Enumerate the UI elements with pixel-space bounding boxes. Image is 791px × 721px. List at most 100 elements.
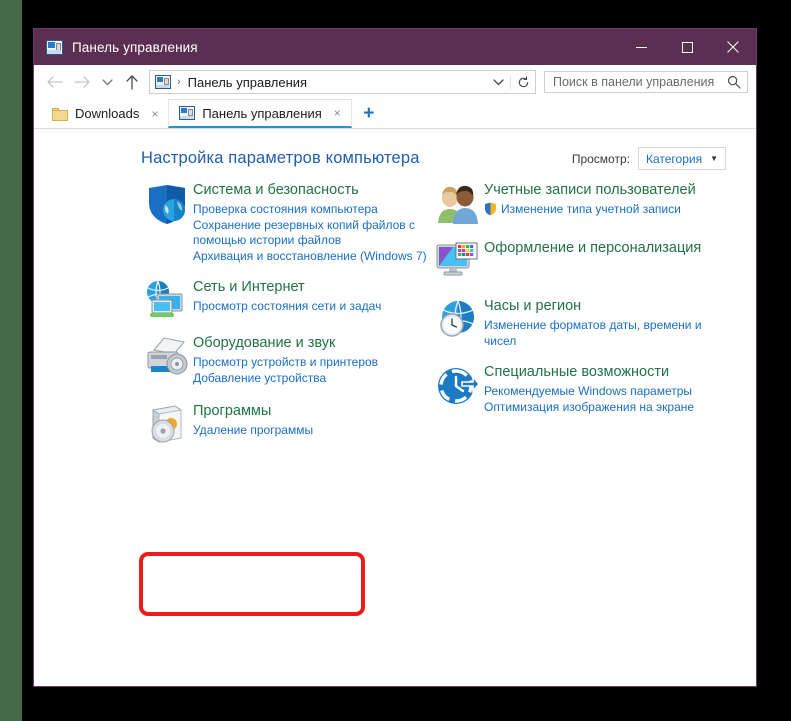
category-link[interactable]: Рекомендуемые Windows параметры <box>484 384 732 400</box>
back-arrow-icon <box>46 76 63 88</box>
category-appearance-personalization[interactable]: Оформление и персонализация <box>432 239 732 283</box>
category-system-security[interactable]: Система и безопасность Проверка состояни… <box>141 181 441 264</box>
minimize-button[interactable] <box>618 29 664 65</box>
category-link[interactable]: Архивация и восстановление (Windows 7) <box>193 249 441 265</box>
shield-security-icon[interactable] <box>141 181 193 264</box>
refresh-button[interactable] <box>510 75 535 89</box>
category-link[interactable]: Сохранение резервных копий файлов с помо… <box>193 218 441 249</box>
appearance-monitor-icon[interactable] <box>432 239 484 283</box>
forward-arrow-icon <box>73 76 90 88</box>
new-tab-button[interactable]: + <box>356 99 382 128</box>
category-body: Специальные возможности Рекомендуемые Wi… <box>484 363 732 415</box>
categories-left-column: Система и безопасность Проверка состояни… <box>141 181 441 460</box>
control-panel-icon <box>155 75 171 89</box>
screen: Панель управления › Панель управления По… <box>0 0 791 721</box>
user-accounts-icon <box>438 185 478 224</box>
category-link[interactable]: Удаление программы <box>193 423 441 439</box>
category-title[interactable]: Оформление и персонализация <box>484 239 732 258</box>
maximize-button[interactable] <box>664 29 710 65</box>
tab-label: Панель управления <box>202 105 322 121</box>
category-body: Система и безопасность Проверка состояни… <box>193 181 441 264</box>
chevron-down-icon <box>492 79 504 86</box>
up-button[interactable] <box>118 67 146 97</box>
category-link[interactable]: Просмотр состояния сети и задач <box>193 299 441 315</box>
navigation-bar: › Панель управления <box>34 65 756 99</box>
category-title[interactable]: Программы <box>193 402 441 421</box>
category-hardware-sound[interactable]: Оборудование и звук Просмотр устройств и… <box>141 334 441 386</box>
category-link[interactable]: Изменение форматов даты, времени и чисел <box>484 318 732 349</box>
chevron-down-icon <box>101 79 113 86</box>
category-body: Оформление и персонализация <box>484 239 732 283</box>
category-body: Сеть и Интернет Просмотр состояния сети … <box>193 278 441 320</box>
forward-button[interactable] <box>68 67 96 97</box>
category-user-accounts[interactable]: Учетные записи пользователей Изменение т… <box>432 181 732 225</box>
category-programs[interactable]: Программы Удаление программы <box>141 402 441 446</box>
control-panel-window: Панель управления › Панель управления По… <box>33 28 757 687</box>
search-button[interactable] <box>721 75 747 89</box>
ease-of-access-icon[interactable] <box>432 363 484 415</box>
category-link[interactable]: Добавление устройства <box>193 371 441 387</box>
tab-label: Downloads <box>75 106 140 121</box>
category-link[interactable]: Проверка состояния компьютера <box>193 202 441 218</box>
shield-security-icon <box>149 185 185 224</box>
search-icon <box>727 75 741 89</box>
programs-highlight <box>139 552 365 616</box>
ease-of-access-icon <box>438 368 480 404</box>
control-panel-icon <box>179 106 196 120</box>
page-header: Настройка параметров компьютера Просмотр… <box>141 147 726 170</box>
user-accounts-icon[interactable] <box>432 181 484 225</box>
category-link[interactable]: Оптимизация изображения на экране <box>484 400 732 416</box>
category-link[interactable]: Изменение типа учетной записи <box>484 202 732 221</box>
programs-cd-icon[interactable] <box>141 402 193 446</box>
search-input[interactable] <box>545 74 721 90</box>
tab-downloads[interactable]: Downloads × <box>42 99 168 128</box>
category-link-text: Изменение типа учетной записи <box>501 202 681 216</box>
clock-region-icon[interactable] <box>432 297 484 349</box>
view-value: Категория <box>645 151 703 166</box>
breadcrumb-separator: › <box>177 76 181 88</box>
search-box[interactable] <box>544 71 748 93</box>
control-panel-content: Настройка параметров компьютера Просмотр… <box>34 129 756 686</box>
category-link[interactable]: Просмотр устройств и принтеров <box>193 355 441 371</box>
category-title[interactable]: Специальные возможности <box>484 363 732 382</box>
chevron-down-icon: ▼ <box>710 154 718 163</box>
minimize-icon <box>635 46 647 48</box>
refresh-icon <box>518 75 528 87</box>
category-title[interactable]: Учетные записи пользователей <box>484 181 732 200</box>
view-selector-group: Просмотр: Категория ▼ <box>572 147 726 170</box>
view-selector[interactable]: Категория ▼ <box>637 147 726 170</box>
network-globe-icon[interactable] <box>141 278 193 320</box>
title-bar: Панель управления <box>34 29 756 65</box>
view-label: Просмотр: <box>571 151 630 166</box>
network-globe-icon <box>147 280 183 317</box>
category-title[interactable]: Часы и регион <box>484 297 732 316</box>
address-dropdown-button[interactable] <box>486 78 510 86</box>
category-clock-region[interactable]: Часы и регион Изменение форматов даты, в… <box>432 297 732 349</box>
breadcrumb[interactable]: Панель управления <box>188 75 307 90</box>
maximize-icon <box>681 41 693 53</box>
clock-region-icon <box>440 300 474 337</box>
category-network-internet[interactable]: Сеть и Интернет Просмотр состояния сети … <box>141 278 441 320</box>
uac-shield-icon <box>484 202 497 221</box>
tab-control-panel[interactable]: Панель управления × <box>168 99 352 128</box>
categories-right-column: Учетные записи пользователей Изменение т… <box>432 181 732 429</box>
category-body: Оборудование и звук Просмотр устройств и… <box>193 334 441 386</box>
close-button[interactable] <box>710 29 756 65</box>
category-title[interactable]: Оборудование и звук <box>193 334 441 353</box>
printer-hardware-icon[interactable] <box>141 334 193 386</box>
desktop-edge <box>0 0 22 721</box>
programs-cd-icon <box>151 405 182 443</box>
address-bar[interactable]: › Панель управления <box>149 70 536 94</box>
appearance-monitor-icon <box>436 242 478 276</box>
tab-close-button[interactable]: × <box>330 106 345 121</box>
category-title[interactable]: Сеть и Интернет <box>193 278 441 297</box>
folder-icon <box>52 107 68 121</box>
back-button[interactable] <box>40 67 68 97</box>
window-title: Панель управления <box>72 39 198 55</box>
tab-close-button[interactable]: × <box>147 106 162 121</box>
category-title[interactable]: Система и безопасность <box>193 181 441 200</box>
printer-hardware-icon <box>147 337 188 375</box>
close-icon <box>727 41 739 53</box>
recent-locations-button[interactable] <box>96 67 118 97</box>
category-ease-of-access[interactable]: Специальные возможности Рекомендуемые Wi… <box>432 363 732 415</box>
